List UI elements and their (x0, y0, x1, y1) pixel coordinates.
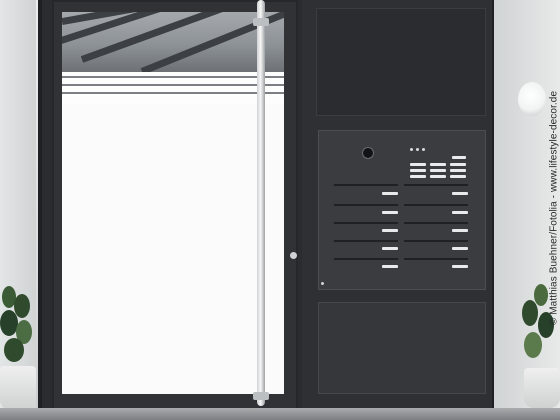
stripe-line (62, 76, 284, 78)
name-tag (452, 265, 468, 268)
mail-slot (404, 204, 468, 206)
photo-credit: © Matthias Buehner/Fotolia - www.lifesty… (548, 2, 560, 414)
mail-slot (404, 240, 468, 242)
plant-pot (0, 366, 36, 410)
mail-slot (334, 240, 398, 242)
wall-lamp-icon (518, 82, 546, 116)
door-glass-pane (62, 12, 284, 394)
name-tag (382, 229, 398, 232)
upper-panel (316, 8, 486, 116)
plant-leaf (524, 332, 542, 358)
name-tag (452, 247, 468, 250)
glass-clear-top (62, 12, 284, 75)
roof-beam (80, 12, 234, 63)
speaker-dot (422, 148, 425, 151)
frosted-stripe-band (62, 72, 284, 104)
bell-button[interactable] (450, 175, 466, 178)
name-tag (452, 229, 468, 232)
bell-button[interactable] (410, 175, 426, 178)
entrance-scene: © Matthias Buehner/Fotolia - www.lifesty… (0, 0, 560, 420)
bell-button[interactable] (450, 163, 466, 166)
bell-button[interactable] (450, 169, 466, 172)
bell-button[interactable] (410, 169, 426, 172)
mail-slot (334, 184, 398, 186)
bell-button[interactable] (430, 169, 446, 172)
plant-leaf (14, 294, 30, 318)
door-handle-bar[interactable] (257, 0, 265, 406)
potted-plant-left (0, 280, 40, 410)
bell-button[interactable] (410, 163, 426, 166)
name-tag (452, 192, 468, 195)
plant-leaf (522, 300, 538, 326)
stripe-line (62, 84, 284, 86)
photo-credit-text: © Matthias Buehner/Fotolia - www.lifesty… (548, 90, 560, 326)
name-tag (452, 211, 468, 214)
stripe-line (62, 92, 284, 94)
bell-button[interactable] (452, 156, 466, 159)
bell-button[interactable] (430, 163, 446, 166)
handle-mount-top (253, 18, 269, 26)
plant-leaf (534, 284, 548, 306)
status-led (321, 282, 324, 285)
speaker-dot (416, 148, 419, 151)
bell-button[interactable] (430, 175, 446, 178)
plant-leaf (4, 338, 24, 362)
speaker-dot (410, 148, 413, 151)
name-tag (382, 265, 398, 268)
mail-slot (334, 204, 398, 206)
mail-slot (334, 222, 398, 224)
mail-slot (404, 258, 468, 260)
camera-lens-icon (363, 148, 373, 158)
handle-mount-bottom (253, 392, 269, 400)
mail-slot (404, 222, 468, 224)
mail-slot (404, 184, 468, 186)
name-tag (382, 211, 398, 214)
door-threshold (0, 408, 560, 420)
lower-panel (318, 302, 486, 394)
name-tag (382, 192, 398, 195)
name-tag (382, 247, 398, 250)
mail-slot (334, 258, 398, 260)
door-lock (290, 252, 297, 259)
